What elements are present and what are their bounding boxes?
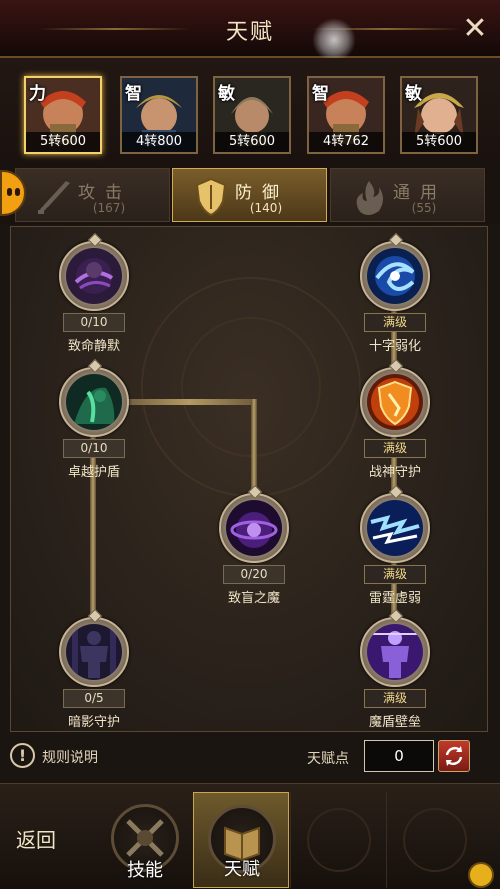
- talent-level: 0/5: [63, 689, 125, 708]
- empty-slot-ring: [307, 808, 371, 872]
- nav-label: 技能: [127, 860, 163, 881]
- star-icon: [87, 232, 103, 248]
- talent-name: 卓越护盾: [67, 465, 120, 480]
- talent-name: 十字弱化: [368, 339, 421, 354]
- tab-label: 通用: [393, 183, 447, 203]
- shield-icon: [195, 177, 227, 217]
- lightning-icon: [367, 500, 423, 556]
- talent-icon-frame: [360, 358, 430, 437]
- talent-name: 战神守护: [368, 465, 421, 480]
- hero-attribute: 智: [312, 84, 329, 104]
- hero-slot-5[interactable]: 敏 5转600: [400, 76, 478, 154]
- window-title: 天赋: [225, 20, 274, 45]
- mascot-eye-icon: [7, 188, 12, 196]
- talent-level: 满级: [364, 689, 426, 708]
- talent-icon-frame: [360, 608, 430, 687]
- purple-orb-icon: [226, 500, 282, 556]
- tab-attack[interactable]: 攻击 (167): [15, 168, 170, 222]
- talent-node[interactable]: 0/10 卓越护盾: [39, 358, 149, 487]
- hero-slot-3[interactable]: 敏 5转600: [213, 76, 291, 154]
- talent-node[interactable]: 满级 十字弱化: [340, 232, 450, 361]
- hero-selector: 力 5转600 智 4转800 敏 5转600 智 4转762 敏 5转600: [0, 58, 500, 166]
- hero-rank: 4转762: [309, 132, 383, 152]
- talent-name: 暗影守护: [67, 715, 120, 730]
- hero-slot-1[interactable]: 力 5转600: [24, 76, 102, 154]
- talent-name: 致盲之魔: [227, 591, 280, 606]
- hero-attribute: 力: [29, 84, 46, 104]
- talent-icon-frame: [360, 484, 430, 563]
- rules-label: 规则说明: [42, 750, 98, 766]
- mascot-corner-icon[interactable]: [468, 862, 494, 888]
- back-button[interactable]: 返回: [16, 824, 56, 853]
- refresh-icon: [445, 746, 463, 766]
- hero-rank: 5转600: [215, 132, 289, 152]
- dark-vortex-icon: [66, 248, 122, 304]
- hero-slot-2[interactable]: 智 4转800: [120, 76, 198, 154]
- tab-count: (55): [411, 201, 437, 215]
- talent-node[interactable]: 满级 战神守护: [340, 358, 450, 487]
- talent-level: 满级: [364, 439, 426, 458]
- talent-name: 雷霆虚弱: [368, 591, 421, 606]
- sword-icon: [38, 181, 70, 214]
- tab-count: (167): [92, 201, 126, 215]
- mascot-eye-icon: [15, 188, 20, 196]
- talent-node[interactable]: 满级 魔盾壁垒: [340, 608, 450, 737]
- talent-name: 魔盾壁垒: [368, 715, 421, 730]
- arcane-figure-icon: [367, 624, 423, 680]
- talent-node[interactable]: 0/10 致命静默: [39, 232, 149, 361]
- talent-icon-frame: [59, 232, 129, 311]
- bottom-navigation: 返回 技能 天赋: [0, 783, 500, 889]
- hero-attribute: 智: [125, 84, 142, 104]
- hero-rank: 4转800: [122, 132, 196, 152]
- hero-rank: 5转600: [402, 132, 476, 152]
- flame-icon: [356, 181, 383, 215]
- tab-general[interactable]: 通用 (55): [330, 168, 485, 222]
- close-button[interactable]: ✕: [458, 12, 492, 46]
- talent-icon-frame: [59, 608, 129, 687]
- tab-label: 防御: [235, 183, 289, 203]
- talent-level: 0/10: [63, 313, 125, 332]
- hero-attribute: 敏: [218, 84, 235, 104]
- fire-shield-icon: [367, 374, 423, 430]
- shadow-figure-icon: [66, 624, 122, 680]
- nav-talent[interactable]: 天赋: [193, 792, 289, 888]
- talent-level: 0/10: [63, 439, 125, 458]
- tab-label: 攻击: [78, 183, 132, 203]
- tab-defense[interactable]: 防御 (140): [172, 168, 327, 222]
- nav-empty-slot: [290, 792, 386, 888]
- reset-button[interactable]: [438, 740, 470, 772]
- talent-level: 满级: [364, 565, 426, 584]
- talent-points-label: 天赋点: [307, 751, 349, 767]
- green-specter-icon: [66, 374, 122, 430]
- talent-level: 0/20: [223, 565, 285, 584]
- talent-node[interactable]: 0/5 暗影守护: [39, 608, 149, 737]
- talent-icon-frame: [59, 358, 129, 437]
- floating-assist-button[interactable]: [312, 18, 356, 62]
- talent-icon-frame: [219, 484, 289, 563]
- talent-level: 满级: [364, 313, 426, 332]
- hero-slot-4[interactable]: 智 4转762: [307, 76, 385, 154]
- empty-slot-ring: [403, 808, 467, 872]
- star-icon: [388, 232, 404, 248]
- talent-icon-frame: [360, 232, 430, 311]
- talent-points-value: 0: [364, 740, 434, 772]
- star-icon: [87, 358, 103, 374]
- info-icon: !: [10, 743, 35, 768]
- tab-count: (140): [249, 201, 283, 215]
- talent-tree-panel: 0/10 致命静默 0/10 卓越护盾 0/5 暗影守护 0/20 致盲之魔 满…: [10, 226, 488, 732]
- nav-label: 天赋: [224, 859, 260, 880]
- hero-attribute: 敏: [405, 84, 422, 104]
- hero-rank: 5转600: [26, 132, 100, 152]
- talent-node[interactable]: 0/20 致盲之魔: [199, 484, 309, 613]
- blue-swirl-icon: [367, 248, 423, 304]
- title-bar: 天赋 ✕: [0, 0, 500, 62]
- talent-name: 致命静默: [67, 339, 120, 354]
- nav-skills[interactable]: 技能: [97, 792, 193, 888]
- talent-category-tabs: 攻击 (167) 防御 (140) 通用 (55): [0, 166, 500, 224]
- talent-node[interactable]: 满级 雷霆虚弱: [340, 484, 450, 613]
